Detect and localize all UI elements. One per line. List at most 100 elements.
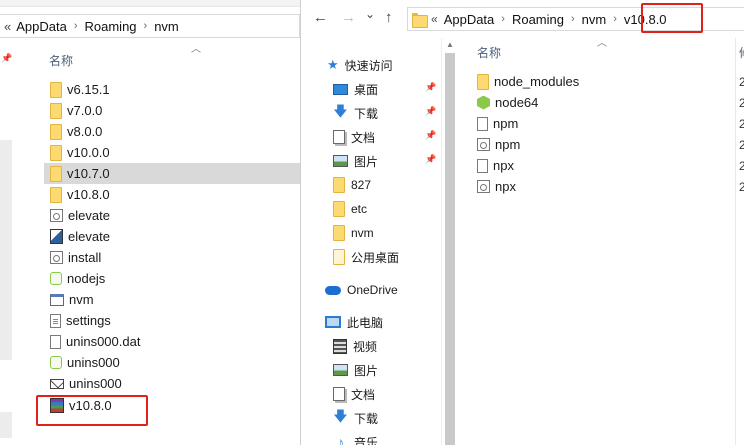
- scroll-up-icon[interactable]: ▲: [446, 40, 454, 49]
- column-header-name[interactable]: 名称: [477, 44, 501, 61]
- breadcrumb-appdata[interactable]: AppData: [16, 19, 67, 34]
- tall-folder-icon: [333, 249, 345, 265]
- pin-icon[interactable]: 📌: [425, 106, 436, 117]
- scrollbar-thumb[interactable]: [445, 53, 455, 445]
- list-item[interactable]: v10.0.0: [44, 142, 300, 163]
- text-file-icon: [50, 313, 61, 328]
- nav-item-documents[interactable]: 文档 📌: [333, 125, 441, 149]
- script-icon: [50, 209, 63, 222]
- list-item-label: install: [68, 250, 102, 265]
- documents-icon: [333, 130, 345, 144]
- list-item-label: node_modules: [494, 74, 580, 89]
- back-button[interactable]: ←: [313, 9, 328, 26]
- pin-icon: 📌: [1, 53, 13, 63]
- sort-up-icon: ︿: [191, 44, 201, 55]
- list-item-label: v10.0.0: [67, 145, 110, 160]
- right-explorer-window: ← → ⌄ ↑ « AppData › Roaming › nvm › v10.…: [300, 0, 744, 445]
- up-button[interactable]: ↑: [385, 9, 393, 26]
- nav-item-label: 快速访问: [344, 58, 393, 73]
- left-nav-scroll-strip: [0, 412, 12, 438]
- file-icon: [477, 116, 488, 131]
- list-item[interactable]: npm 2: [477, 113, 744, 134]
- list-item[interactable]: v10.8.0: [44, 184, 300, 205]
- breadcrumb-overflow-icon[interactable]: «: [431, 12, 438, 26]
- pc-icon: [325, 316, 341, 328]
- pin-icon[interactable]: 📌: [425, 82, 436, 93]
- list-item-label: npx: [493, 158, 514, 173]
- list-item[interactable]: npx 2: [477, 176, 744, 197]
- breadcrumb-separator-icon: ›: [570, 13, 575, 25]
- list-item-label: v7.0.0: [67, 103, 103, 118]
- breadcrumb-nvm[interactable]: nvm: [154, 19, 179, 34]
- node-icon: [477, 95, 490, 110]
- list-item[interactable]: settings: [44, 310, 300, 331]
- list-item-date: 2: [739, 179, 744, 194]
- breadcrumb-appdata[interactable]: AppData: [444, 12, 495, 27]
- nav-item-label: nvm: [351, 226, 374, 240]
- list-item[interactable]: unins000: [44, 373, 300, 394]
- list-item-date: 2: [739, 158, 744, 173]
- folder-icon: [333, 201, 345, 217]
- nav-item-pictures[interactable]: 图片 📌: [333, 149, 441, 173]
- red-highlight-box-path: [641, 3, 703, 33]
- nav-item-label: 下载: [354, 106, 379, 121]
- list-item[interactable]: npm 2: [477, 134, 744, 155]
- nav-item-label: 文档: [351, 130, 376, 145]
- folder-icon: [50, 81, 62, 98]
- folder-icon: [50, 144, 62, 161]
- star-icon: ★: [327, 57, 339, 72]
- list-item[interactable]: npx 2: [477, 155, 744, 176]
- breadcrumb-roaming[interactable]: Roaming: [512, 12, 564, 27]
- list-item[interactable]: node_modules 2: [477, 71, 744, 92]
- list-item[interactable]: elevate: [44, 205, 300, 226]
- list-item-label: unins000: [69, 376, 122, 391]
- nav-item-downloads[interactable]: 🡇 下载 📌: [333, 101, 441, 125]
- list-item[interactable]: nodejs: [44, 268, 300, 289]
- list-item[interactable]: node64 2: [477, 92, 744, 113]
- nav-item-label: 827: [351, 178, 372, 192]
- list-item[interactable]: elevate: [44, 226, 300, 247]
- command-icon: [477, 180, 490, 193]
- nav-item-label: 桌面: [354, 82, 379, 97]
- pin-icon[interactable]: 📌: [425, 130, 436, 141]
- list-item[interactable]: v7.0.0: [44, 100, 300, 121]
- nav-item-label: 音乐: [354, 435, 379, 445]
- list-item-date: 2: [739, 95, 744, 110]
- nav-item-label: 此电脑: [347, 315, 384, 330]
- command-icon: [50, 251, 63, 264]
- column-header-modified[interactable]: 修: [739, 44, 744, 61]
- left-address-bar[interactable]: « AppData › Roaming › nvm: [0, 14, 300, 38]
- breadcrumb-separator-icon: ›: [501, 13, 505, 25]
- list-item[interactable]: install: [44, 247, 300, 268]
- list-item-date: 2: [739, 74, 744, 89]
- forward-button[interactable]: →: [341, 9, 356, 26]
- pictures-icon: [333, 364, 348, 376]
- list-item-label: nvm: [69, 292, 94, 307]
- recent-locations-dropdown[interactable]: ⌄: [365, 7, 375, 21]
- download-icon: 🡇: [333, 103, 348, 119]
- list-item-label: elevate: [68, 229, 110, 244]
- breadcrumb-roaming[interactable]: Roaming: [85, 19, 137, 34]
- breadcrumb-nvm[interactable]: nvm: [582, 12, 607, 27]
- folder-icon: [50, 186, 62, 203]
- list-item-label: v8.0.0: [67, 124, 103, 139]
- list-item[interactable]: v6.15.1: [44, 79, 300, 100]
- mail-icon: [50, 378, 64, 389]
- nav-pane-scrollbar[interactable]: ▲: [441, 38, 457, 445]
- folder-icon: [477, 73, 489, 90]
- documents-icon: [333, 387, 345, 401]
- list-item[interactable]: unins000: [44, 352, 300, 373]
- folder-icon: [50, 102, 62, 119]
- breadcrumb-overflow-icon[interactable]: «: [4, 19, 11, 34]
- download-icon: 🡇: [333, 408, 348, 424]
- command-icon: [477, 138, 490, 151]
- list-item[interactable]: unins000.dat: [44, 331, 300, 352]
- elevate-exe-icon: [50, 229, 63, 244]
- column-header-name[interactable]: 名称: [49, 52, 73, 69]
- list-item-label: npx: [495, 179, 516, 194]
- list-item[interactable]: v8.0.0: [44, 121, 300, 142]
- nav-item-desktop[interactable]: 桌面 📌: [333, 77, 441, 101]
- pin-icon[interactable]: 📌: [425, 154, 436, 165]
- list-item[interactable]: nvm: [44, 289, 300, 310]
- list-item-selected[interactable]: v10.7.0: [44, 163, 300, 184]
